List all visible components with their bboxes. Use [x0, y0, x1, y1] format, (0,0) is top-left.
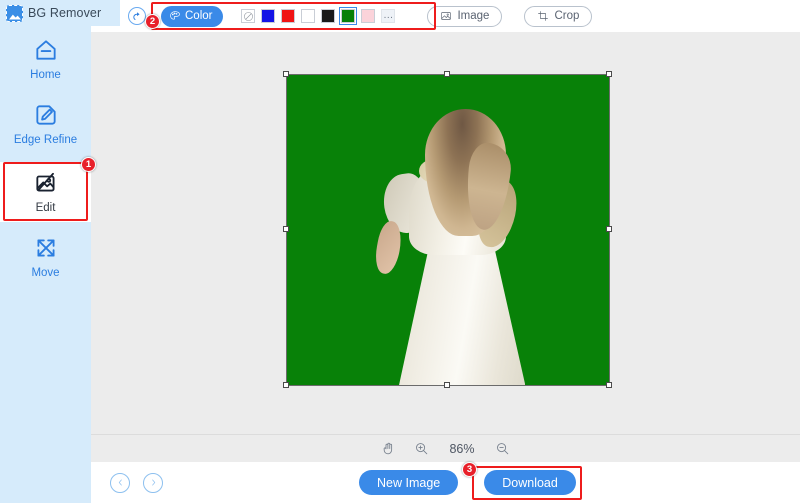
sidebar-item-label: Move [31, 266, 60, 279]
palette-icon [169, 10, 181, 22]
color-button[interactable]: Color [161, 5, 224, 27]
image-edit-icon [33, 170, 59, 196]
annotation-badge-3: 3 [462, 462, 477, 477]
home-icon [33, 37, 59, 63]
app-brand-label: BG Remover [28, 6, 102, 20]
zoom-level-label: 86% [449, 441, 475, 456]
app-brand: BG Remover [0, 0, 120, 26]
sidebar-item-label: Edit [35, 201, 56, 214]
sidebar-item-home[interactable]: Home [0, 30, 91, 88]
image-button-label: Image [457, 10, 490, 22]
resize-handle-bottom-right[interactable] [606, 382, 612, 388]
new-image-button[interactable]: New Image [359, 470, 459, 495]
sidebar-item-edit[interactable]: Edit [0, 162, 91, 222]
image-button[interactable]: Image [427, 5, 503, 27]
swatch-white[interactable] [301, 9, 316, 23]
crop-button-label: Crop [554, 10, 580, 22]
swatch-black[interactable] [321, 9, 336, 23]
crop-icon [538, 11, 549, 21]
sidebar: BG Remover Home Edge Refine Edit Move 1 [0, 0, 120, 503]
image-badge-icon [6, 4, 23, 22]
resize-handle-bottom-left[interactable] [283, 382, 289, 388]
redo-arrow-icon [132, 11, 140, 20]
image-selection-frame[interactable] [283, 71, 612, 388]
annotation-badge-1: 1 [81, 157, 96, 172]
hand-pan-icon[interactable] [381, 441, 396, 456]
pencil-square-icon [33, 102, 59, 128]
chevron-left-icon [118, 479, 122, 486]
zoom-toolbar: 86% [91, 434, 800, 462]
download-button[interactable]: Download [484, 470, 576, 495]
zoom-out-icon[interactable] [495, 441, 510, 456]
swatch-green[interactable] [339, 7, 358, 25]
canvas-area[interactable] [91, 32, 800, 434]
resize-handle-middle-left[interactable] [283, 226, 289, 232]
resize-handle-middle-right[interactable] [606, 226, 612, 232]
zoom-in-icon[interactable] [414, 441, 429, 456]
top-toolbar: Color ... Image Crop 2 [91, 0, 800, 32]
next-image-button[interactable] [143, 472, 163, 493]
crop-button[interactable]: Crop [524, 5, 593, 27]
previous-image-button[interactable] [110, 472, 130, 493]
bottom-toolbar: New Image Download 3 [91, 462, 800, 503]
resize-handle-top-center[interactable] [444, 71, 450, 77]
swatch-red[interactable] [281, 9, 296, 23]
sidebar-item-label: Home [30, 68, 61, 81]
sidebar-item-move[interactable]: Move [0, 228, 91, 286]
resize-handle-bottom-center[interactable] [444, 382, 450, 388]
chevron-right-icon [151, 479, 155, 486]
swatch-transparent[interactable] [241, 9, 256, 23]
swatch-more-button[interactable]: ... [381, 9, 396, 23]
swatch-blue[interactable] [261, 9, 276, 23]
sidebar-item-label: Edge Refine [13, 133, 78, 146]
swatch-pink[interactable] [361, 9, 376, 23]
annotation-badge-2: 2 [145, 14, 160, 29]
picture-icon [441, 12, 452, 20]
resize-handle-top-left[interactable] [283, 71, 289, 77]
move-arrows-icon [33, 235, 59, 261]
sidebar-item-edge-refine[interactable]: Edge Refine [0, 95, 91, 153]
edited-image[interactable] [287, 75, 609, 385]
resize-handle-top-right[interactable] [606, 71, 612, 77]
app-window: BG Remover Home Edge Refine Edit Move 1 … [0, 0, 800, 503]
color-button-label: Color [185, 10, 213, 22]
color-swatch-group: ... [241, 7, 396, 25]
redo-button[interactable] [128, 7, 146, 25]
figure-dress-skirt [399, 236, 526, 385]
